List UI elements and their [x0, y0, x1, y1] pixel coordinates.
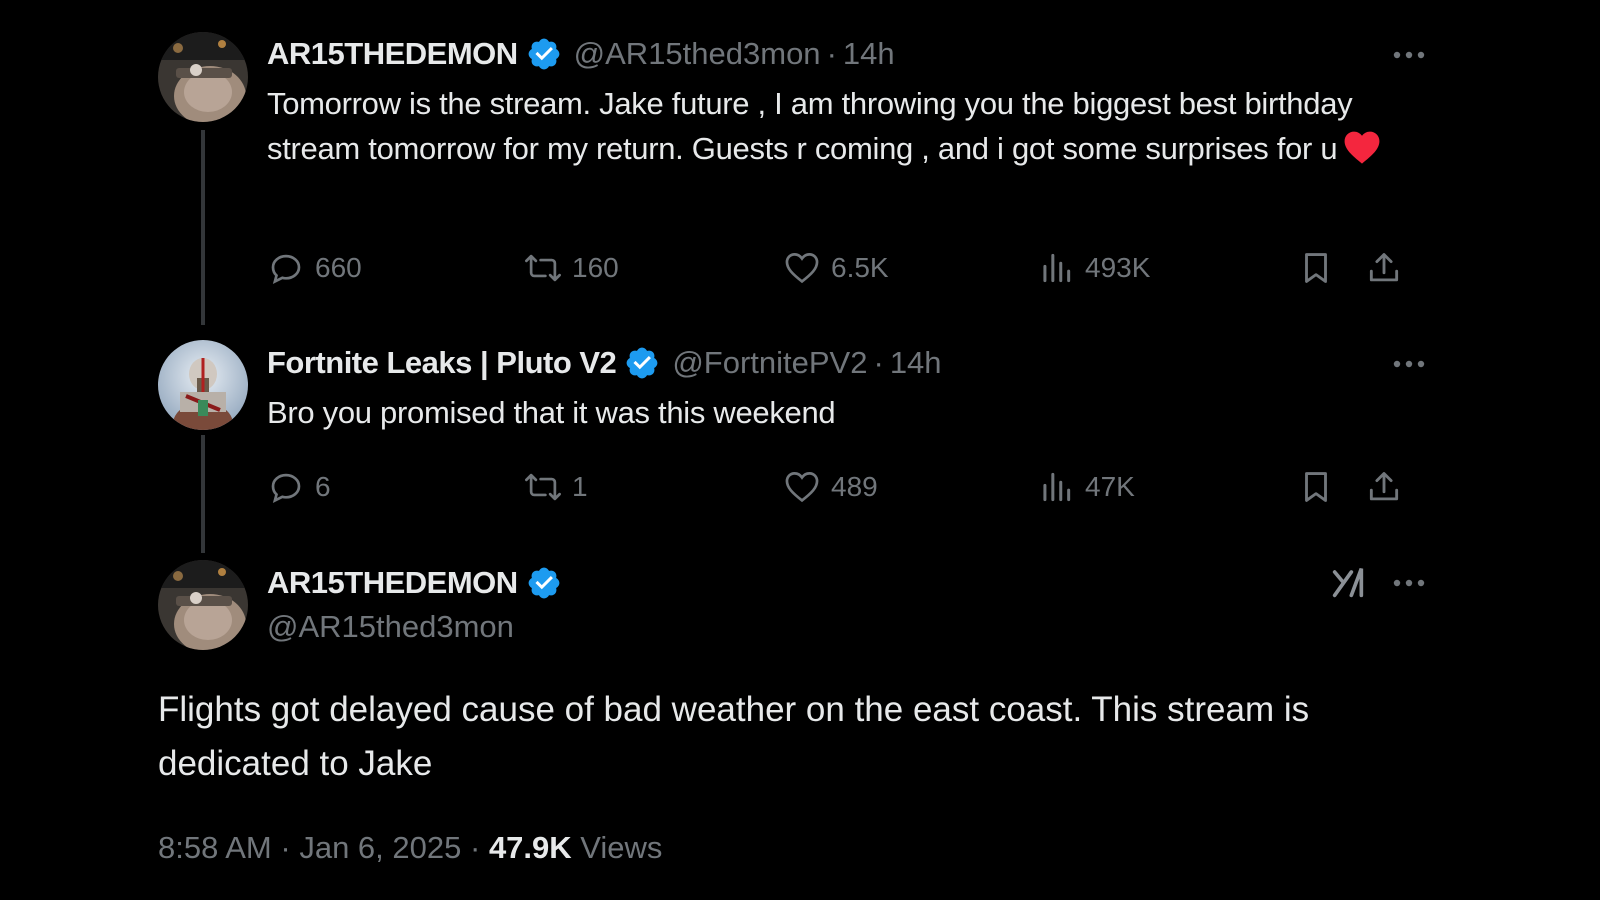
repost-icon	[524, 249, 562, 287]
more-icon[interactable]	[1389, 43, 1429, 67]
bookmark-icon	[1297, 468, 1335, 506]
tweet-actions: 660 160 6.5K 493K	[267, 246, 1427, 290]
timestamp[interactable]: 14h	[843, 34, 895, 74]
reply-button[interactable]: 660	[267, 246, 362, 290]
like-icon	[783, 468, 821, 506]
reply-button[interactable]: 6	[267, 465, 331, 509]
user-handle[interactable]: @FortnitePV2	[672, 343, 867, 383]
views-count: 47.9K	[488, 830, 572, 865]
reply-count: 6	[315, 471, 331, 502]
share-icon	[1365, 249, 1403, 287]
views-count: 493K	[1085, 252, 1151, 283]
timestamp[interactable]: 14h	[890, 343, 942, 383]
reply-icon	[267, 468, 305, 506]
tweet-body: Tomorrow is the stream. Jake future , I …	[267, 86, 1353, 166]
repost-button[interactable]: 160	[524, 246, 619, 290]
views-icon	[1037, 249, 1075, 287]
red-heart-emoji	[1343, 129, 1381, 165]
grok-icon[interactable]	[1328, 562, 1368, 602]
post-date[interactable]: Jan 6, 2025	[299, 830, 461, 865]
bookmark-icon	[1297, 249, 1335, 287]
tweet-text: Bro you promised that it was this weeken…	[267, 390, 1417, 435]
share-icon	[1365, 468, 1403, 506]
verified-badge-icon[interactable]	[526, 565, 562, 601]
display-name[interactable]: AR15THEDEMON	[267, 563, 518, 603]
views-count: 47K	[1085, 471, 1135, 502]
tweet-body: Bro you promised that it was this weeken…	[267, 395, 836, 430]
thread-connector-line	[201, 435, 205, 553]
separator-dot: ·	[826, 36, 837, 71]
repost-icon	[524, 468, 562, 506]
conversation-thread: AR15THEDEMON @AR15thed3mon · 14h Tomorro…	[0, 0, 1600, 900]
tweet-header: Fortnite Leaks | Pluto V2 @FortnitePV2 ·…	[267, 343, 942, 383]
main-tweet-text: Flights got delayed cause of bad weather…	[158, 690, 1310, 783]
more-icon[interactable]	[1389, 352, 1429, 376]
separator-dot: ·	[873, 345, 884, 380]
like-icon	[783, 249, 821, 287]
share-button[interactable]	[1365, 465, 1403, 509]
tweet-text: Tomorrow is the stream. Jake future , I …	[267, 81, 1417, 171]
bookmark-button[interactable]	[1297, 465, 1335, 509]
repost-count: 1	[572, 471, 588, 502]
like-count: 6.5K	[831, 252, 889, 283]
user-handle[interactable]: @AR15thed3mon	[574, 34, 821, 74]
post-time[interactable]: 8:58 AM	[158, 830, 272, 865]
tweet-actions: 6 1 489 47K	[267, 465, 1427, 509]
avatar[interactable]	[158, 340, 248, 430]
repost-count: 160	[572, 252, 619, 283]
more-icon[interactable]	[1389, 571, 1429, 595]
like-count: 489	[831, 471, 878, 502]
main-tweet-header: AR15THEDEMON	[267, 563, 562, 603]
tweet-meta: 8:58 AM · Jan 6, 2025 · 47.9K Views	[158, 828, 662, 868]
avatar[interactable]	[158, 560, 248, 650]
views-button[interactable]: 493K	[1037, 246, 1150, 290]
share-button[interactable]	[1365, 246, 1403, 290]
thread-connector-line	[201, 130, 205, 325]
separator-dot: ·	[469, 830, 481, 865]
tweet-header: AR15THEDEMON @AR15thed3mon · 14h	[267, 34, 895, 74]
repost-button[interactable]: 1	[524, 465, 588, 509]
like-button[interactable]: 489	[783, 465, 878, 509]
user-handle[interactable]: @AR15thed3mon	[267, 607, 514, 647]
main-tweet-handle-row: @AR15thed3mon	[267, 607, 514, 647]
avatar[interactable]	[158, 32, 248, 122]
display-name[interactable]: Fortnite Leaks | Pluto V2	[267, 343, 617, 383]
bookmark-button[interactable]	[1297, 246, 1335, 290]
verified-badge-icon[interactable]	[526, 36, 562, 72]
views-icon	[1037, 468, 1075, 506]
views-button[interactable]: 47K	[1037, 465, 1135, 509]
like-button[interactable]: 6.5K	[783, 246, 889, 290]
display-name[interactable]: AR15THEDEMON	[267, 34, 518, 74]
separator-dot: ·	[280, 830, 291, 865]
reply-icon	[267, 249, 305, 287]
reply-count: 660	[315, 252, 362, 283]
views-label: Views	[580, 830, 663, 865]
verified-badge-icon[interactable]	[624, 345, 660, 381]
